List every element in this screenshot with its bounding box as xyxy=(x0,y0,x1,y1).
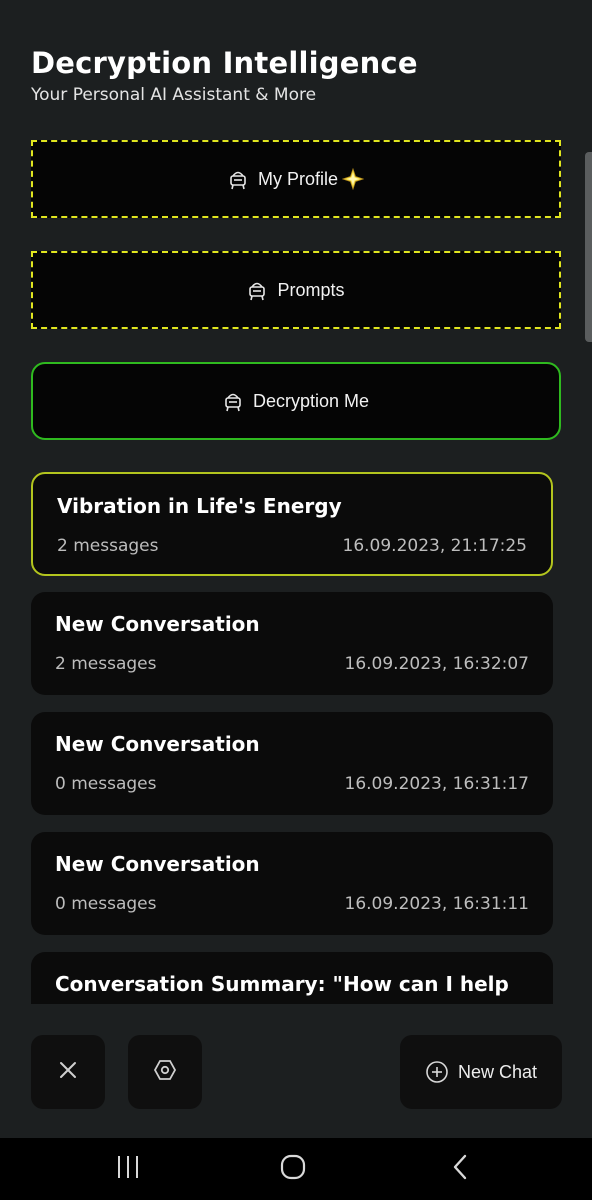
conversation-title: New Conversation xyxy=(55,732,260,756)
app-title: Decryption Intelligence xyxy=(31,46,418,80)
conversation-date: 16.09.2023, 21:17:25 xyxy=(342,536,528,556)
conversation-item[interactable]: Conversation Summary: "How can I help xyxy=(31,952,553,1006)
robot-icon xyxy=(228,168,248,190)
prompts-button[interactable]: Prompts xyxy=(31,251,561,329)
system-nav-bar xyxy=(0,1138,592,1200)
recents-icon xyxy=(114,1154,142,1184)
hexagon-settings-icon xyxy=(153,1058,177,1086)
home-icon xyxy=(279,1153,307,1185)
app-subtitle: Your Personal AI Assistant & More xyxy=(31,85,317,105)
conversation-item[interactable]: New Conversation 0 messages 16.09.2023, … xyxy=(31,832,553,935)
back-icon xyxy=(450,1153,470,1185)
new-chat-label: New Chat xyxy=(457,1061,538,1082)
conversation-title: Conversation Summary: "How can I help xyxy=(55,972,509,996)
new-chat-button[interactable]: New Chat xyxy=(400,1035,562,1109)
conversation-title: New Conversation xyxy=(55,852,260,876)
recents-button[interactable] xyxy=(88,1138,168,1200)
conversation-message-count: 2 messages xyxy=(55,654,157,674)
app-root: Decryption Intelligence Your Personal AI… xyxy=(0,0,592,1200)
robot-icon xyxy=(223,390,243,412)
scrollbar[interactable] xyxy=(585,152,592,342)
sparkle-star-icon xyxy=(342,168,364,190)
conversation-title: New Conversation xyxy=(55,612,260,636)
conversation-message-count: 0 messages xyxy=(55,774,157,794)
robot-icon xyxy=(247,279,267,301)
close-button[interactable] xyxy=(31,1035,105,1109)
decryption-me-button[interactable]: Decryption Me xyxy=(31,362,561,440)
home-button[interactable] xyxy=(253,1138,333,1200)
conversation-item[interactable]: Vibration in Life's Energy 2 messages 16… xyxy=(31,472,553,576)
header: Decryption Intelligence Your Personal AI… xyxy=(31,44,418,106)
conversation-date: 16.09.2023, 16:32:07 xyxy=(344,654,530,674)
conversation-item[interactable]: New Conversation 2 messages 16.09.2023, … xyxy=(31,592,553,695)
conversation-date: 16.09.2023, 16:31:11 xyxy=(344,894,530,914)
decryption-me-label: Decryption Me xyxy=(252,390,370,411)
my-profile-button[interactable]: My Profile xyxy=(31,140,561,218)
conversation-date: 16.09.2023, 16:31:17 xyxy=(344,774,530,794)
plus-circle-icon xyxy=(425,1060,449,1084)
prompts-label: Prompts xyxy=(277,279,345,300)
conversation-message-count: 2 messages xyxy=(57,536,159,556)
close-icon xyxy=(57,1059,79,1085)
back-button[interactable] xyxy=(420,1138,500,1200)
my-profile-label: My Profile xyxy=(257,168,338,189)
conversation-message-count: 0 messages xyxy=(55,894,157,914)
conversation-item[interactable]: New Conversation 0 messages 16.09.2023, … xyxy=(31,712,553,815)
conversation-title: Vibration in Life's Energy xyxy=(57,494,342,518)
settings-button[interactable] xyxy=(128,1035,202,1109)
